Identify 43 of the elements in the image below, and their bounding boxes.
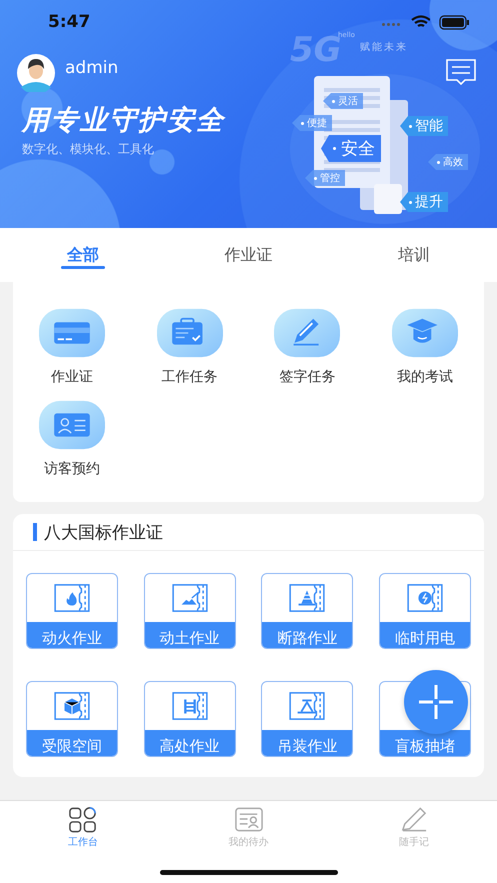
grid-icon (68, 806, 98, 834)
tab-bar-item[interactable]: 随手记 (331, 801, 497, 849)
shortcut-label: 作业证 (50, 368, 93, 386)
shortcut-label: 访客预约 (44, 460, 100, 478)
card-icon[interactable] (38, 306, 105, 360)
pen-icon[interactable] (274, 306, 340, 360)
message-icon[interactable] (445, 58, 477, 86)
tab-bar-item[interactable]: 工作台 (0, 801, 166, 849)
status-time: 5:47 (48, 12, 90, 32)
briefcase-icon[interactable] (156, 306, 223, 360)
tab[interactable]: 培训 (331, 228, 497, 282)
battery-icon (439, 14, 470, 30)
banner-subtitle: 数字化、模块化、工具化 (22, 141, 154, 158)
shortcut-label: 工作任务 (162, 368, 218, 386)
banner-tag: 提升 (400, 192, 448, 212)
user-name: admin (65, 58, 118, 78)
tab[interactable]: 作业证 (166, 228, 332, 282)
banner-slogan: 用专业守护安全 (22, 104, 225, 138)
banner-tag: 智能 (400, 116, 448, 136)
plus-icon (417, 683, 455, 721)
banner-tag: 管控 (305, 170, 345, 186)
shortcut-label: 签字任务 (279, 368, 336, 386)
permit-button[interactable]: 临时用电 (378, 573, 471, 649)
signal-icon (382, 23, 401, 26)
banner-tag: 灵活 (323, 93, 363, 109)
wifi-icon (410, 14, 430, 30)
permit-button[interactable]: 高处作业 (144, 681, 236, 757)
tab[interactable]: 全部 (0, 228, 166, 282)
banner-motto: 赋能未来 (360, 40, 408, 54)
id-card-icon[interactable] (38, 398, 105, 452)
banner-tag: 安全 (321, 135, 381, 162)
permit-button[interactable]: 断路作业 (261, 573, 354, 649)
permit-button[interactable]: 吊装作业 (261, 681, 354, 757)
permit-button[interactable]: 动火作业 (26, 573, 118, 649)
banner-tag: 高效 (428, 154, 468, 170)
shortcut-label: 我的考试 (397, 368, 454, 386)
permit-button[interactable]: 受限空间 (26, 681, 118, 757)
banner-tag: 便捷 (292, 115, 332, 131)
tab-bar-item[interactable]: 我的待办 (166, 801, 332, 849)
graduation-cap-icon[interactable] (392, 306, 458, 360)
profile-list-icon (234, 806, 264, 834)
section-title: 八大国标作业证 (44, 522, 163, 544)
permit-button[interactable]: 动土作业 (144, 573, 236, 649)
